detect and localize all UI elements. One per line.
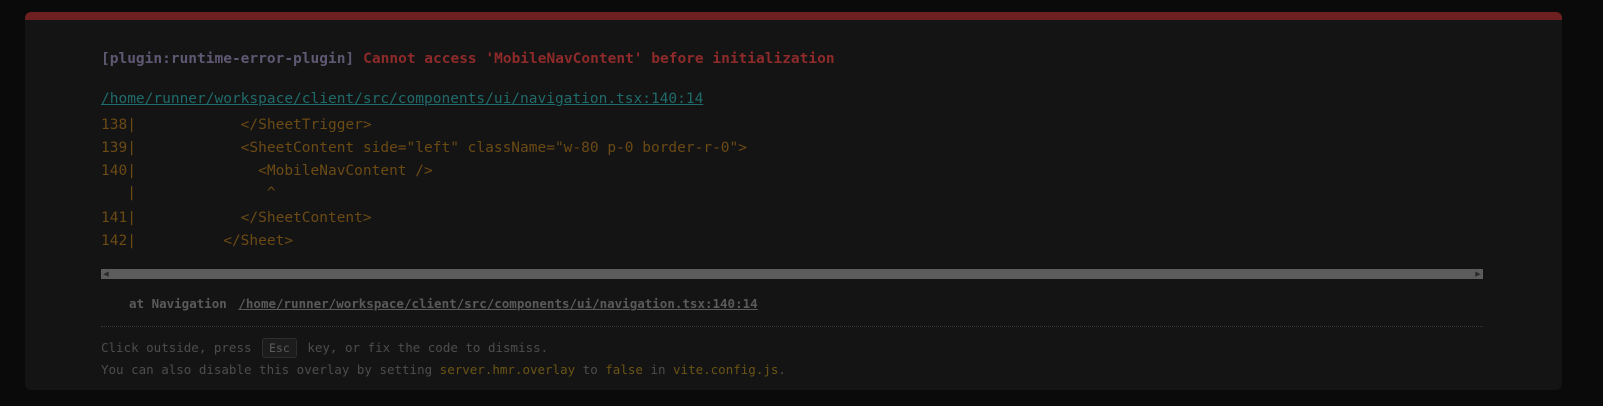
code-line: 142| </Sheet>: [101, 233, 294, 249]
code-line: 139| <SheetContent side="left" className…: [101, 140, 748, 156]
tip-text: .: [778, 362, 786, 377]
plugin-name: [plugin:runtime-error-plugin]: [101, 51, 355, 67]
code-pointer-line: | ^: [101, 185, 276, 201]
esc-key: Esc: [262, 338, 297, 358]
code-frame: 138| </SheetTrigger> 139| <SheetContent …: [101, 112, 1483, 268]
dismiss-tip: Click outside, press Esc key, or fix the…: [101, 338, 548, 358]
error-file-link[interactable]: /home/runner/workspace/client/src/compon…: [101, 91, 703, 107]
error-message: [plugin:runtime-error-plugin] Cannot acce…: [101, 51, 835, 67]
config-file: vite.config.js: [673, 362, 779, 377]
scroll-right-icon[interactable]: ▶: [1473, 269, 1483, 279]
scroll-left-icon[interactable]: ◀: [101, 269, 111, 279]
tip-text: Click outside, press: [101, 340, 252, 355]
stack-trace: at Navigation /home/runner/workspace/cli…: [129, 296, 758, 311]
disable-tip: You can also disable this overlay by set…: [101, 362, 786, 377]
error-overlay-window: [plugin:runtime-error-plugin] Cannot acce…: [25, 12, 1562, 390]
setting-value: false: [605, 362, 643, 377]
tip-text: key, or fix the code to dismiss.: [307, 340, 549, 355]
code-line: 138| </SheetTrigger>: [101, 117, 372, 133]
stack-prefix: at Navigation: [129, 296, 227, 311]
code-line: 140| <MobileNavContent />: [101, 163, 433, 179]
setting-name: server.hmr.overlay: [439, 362, 576, 377]
divider: [101, 326, 1483, 327]
tip-text: in: [650, 362, 666, 377]
horizontal-scrollbar[interactable]: ◀ ▶: [101, 269, 1483, 279]
error-text: Cannot access 'MobileNavContent' before …: [363, 51, 835, 67]
tip-text: You can also disable this overlay by set…: [101, 362, 433, 377]
stack-file-link[interactable]: /home/runner/workspace/client/src/compon…: [238, 296, 757, 311]
tip-text: to: [582, 362, 598, 377]
code-line: 141| </SheetContent>: [101, 210, 372, 226]
